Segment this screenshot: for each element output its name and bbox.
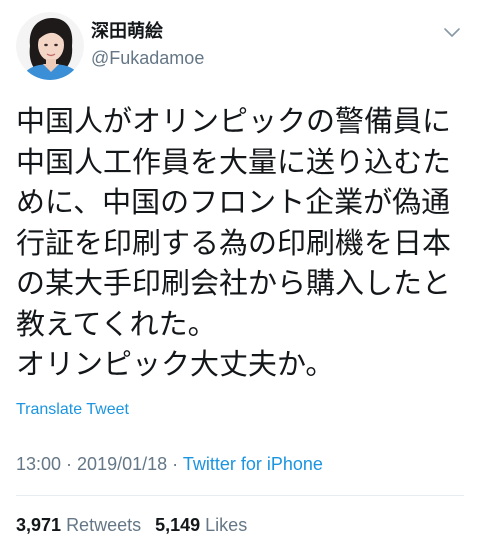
chevron-down-icon[interactable] xyxy=(440,20,464,44)
avatar[interactable] xyxy=(16,12,84,80)
display-name[interactable]: 深田萌絵 xyxy=(91,20,204,44)
likes-stat[interactable]: 5,149 Likes xyxy=(155,515,247,535)
meta-separator: · xyxy=(61,454,78,474)
retweets-stat[interactable]: 3,971 Retweets xyxy=(16,515,141,535)
tweet-stats: 3,971 Retweets 5,149 Likes xyxy=(16,513,247,537)
tweet-source-link[interactable]: Twitter for iPhone xyxy=(183,454,323,474)
likes-label: Likes xyxy=(205,515,248,535)
tweet-time[interactable]: 13:00 xyxy=(16,454,61,474)
retweets-label: Retweets xyxy=(66,515,142,535)
tweet-date[interactable]: 2019/01/18 xyxy=(77,454,167,474)
tweet-text: 中国人がオリンピックの警備員に 中国人工作員を大量に送り込むた めに、中国のフロ… xyxy=(16,104,452,381)
retweets-count: 3,971 xyxy=(16,515,62,535)
divider xyxy=(16,495,464,496)
profile-photo xyxy=(16,12,84,80)
tweet-header: 深田萌絵 @Fukadamoe xyxy=(16,12,464,84)
user-name-block: 深田萌絵 @Fukadamoe xyxy=(91,20,204,70)
translate-tweet-link[interactable]: Translate Tweet xyxy=(16,400,129,420)
tweet-meta: 13:00 · 2019/01/18 · Twitter for iPhone xyxy=(16,452,323,476)
meta-separator: · xyxy=(167,454,183,474)
likes-count: 5,149 xyxy=(155,515,201,535)
tweet-card: 深田萌絵 @Fukadamoe 中国人がオリンピックの警備員に 中国人工作員を大… xyxy=(0,0,480,553)
user-handle[interactable]: @Fukadamoe xyxy=(91,46,204,70)
